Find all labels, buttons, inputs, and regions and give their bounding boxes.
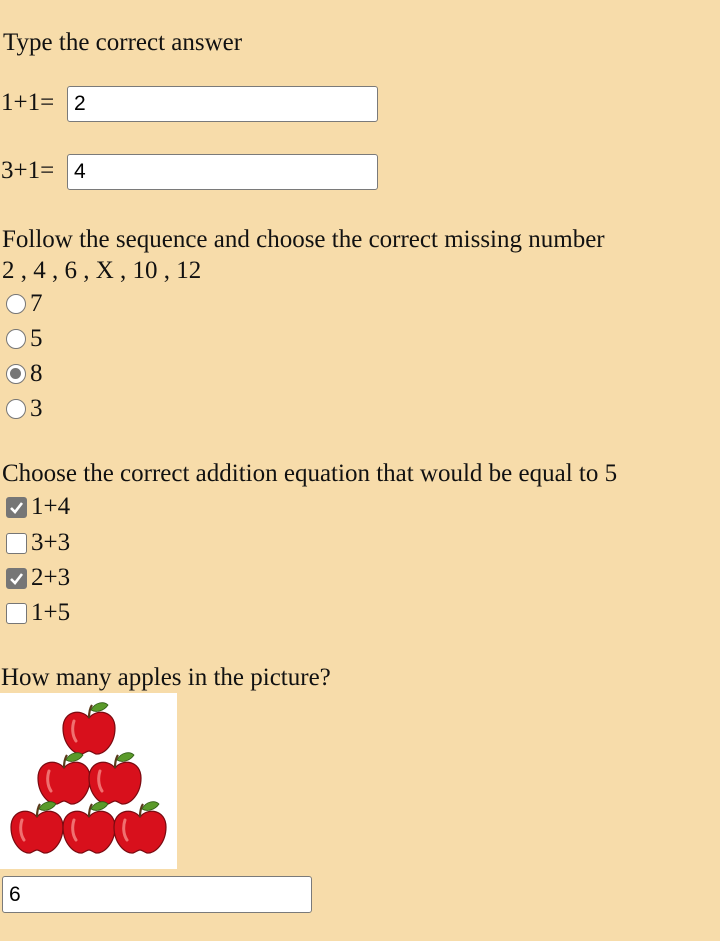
radio-button[interactable] [6, 399, 26, 419]
radio-button[interactable] [6, 329, 26, 349]
radio-option-3[interactable]: 3 [6, 394, 43, 424]
checkbox[interactable] [6, 496, 27, 518]
radio-button[interactable] [6, 364, 26, 384]
checkbox-option-2-3[interactable]: 2+3 [6, 563, 70, 593]
radio-option-label: 7 [30, 290, 43, 317]
checkmark-icon [10, 501, 24, 514]
checkbox-option-3-3[interactable]: 3+3 [6, 528, 70, 558]
q4-title: How many apples in the picture? [1, 664, 331, 691]
radio-button[interactable] [6, 294, 26, 314]
checkbox[interactable] [6, 602, 27, 624]
checkbox[interactable] [6, 532, 27, 554]
q3-title: Choose the correct addition equation tha… [2, 460, 618, 487]
radio-option-8[interactable]: 8 [6, 359, 43, 389]
q1-prompt-2: 3+1= [1, 157, 55, 184]
q1-title: Type the correct answer [3, 29, 243, 56]
answer-input-1[interactable] [67, 86, 378, 122]
checkbox[interactable] [6, 567, 27, 589]
q2-sequence: 2 , 4 , 6 , X , 10 , 12 [2, 257, 202, 284]
checkbox-option-label: 2+3 [31, 564, 71, 591]
checkbox-option-label: 1+4 [31, 493, 71, 520]
checkmark-icon [10, 572, 24, 585]
radio-option-label: 3 [30, 395, 43, 422]
apple-pyramid-image [0, 693, 177, 869]
radio-option-label: 5 [30, 325, 43, 352]
checkbox-option-1-4[interactable]: 1+4 [6, 492, 70, 522]
radio-option-5[interactable]: 5 [6, 324, 43, 354]
checkbox-option-1-5[interactable]: 1+5 [6, 598, 70, 628]
apple-count-input[interactable] [2, 876, 312, 913]
checkbox-option-label: 3+3 [31, 529, 71, 556]
radio-option-label: 8 [30, 360, 43, 387]
checkbox-option-label: 1+5 [31, 599, 71, 626]
q2-title: Follow the sequence and choose the corre… [2, 226, 605, 253]
radio-option-7[interactable]: 7 [6, 289, 43, 319]
q1-prompt-1: 1+1= [1, 89, 55, 116]
answer-input-2[interactable] [67, 154, 378, 190]
